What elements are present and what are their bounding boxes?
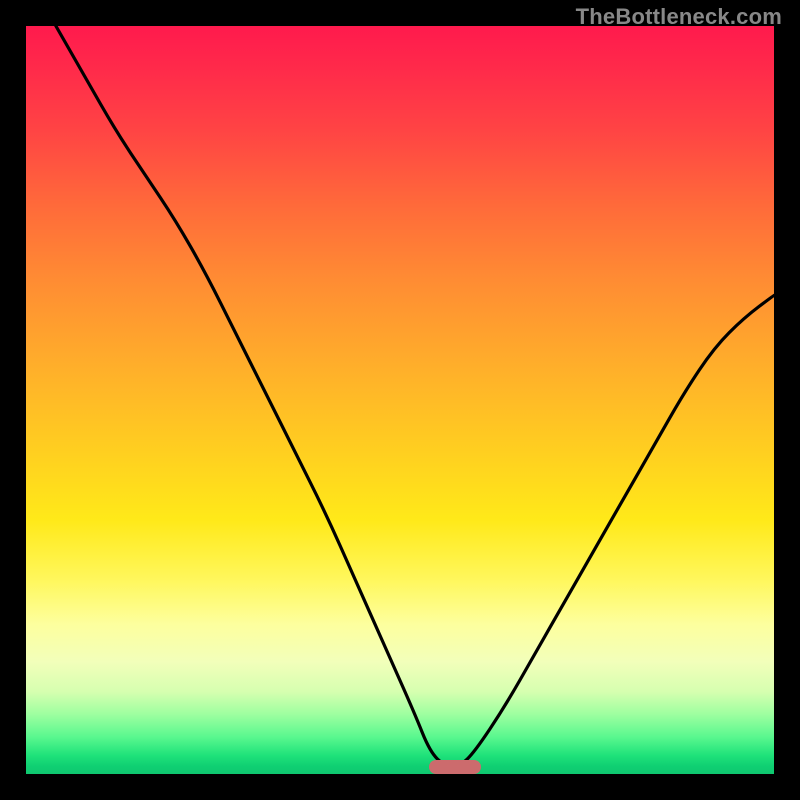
bottleneck-curve xyxy=(26,26,774,774)
watermark-text: TheBottleneck.com xyxy=(576,4,782,30)
trough-marker xyxy=(429,760,481,774)
chart-frame: TheBottleneck.com xyxy=(0,0,800,800)
